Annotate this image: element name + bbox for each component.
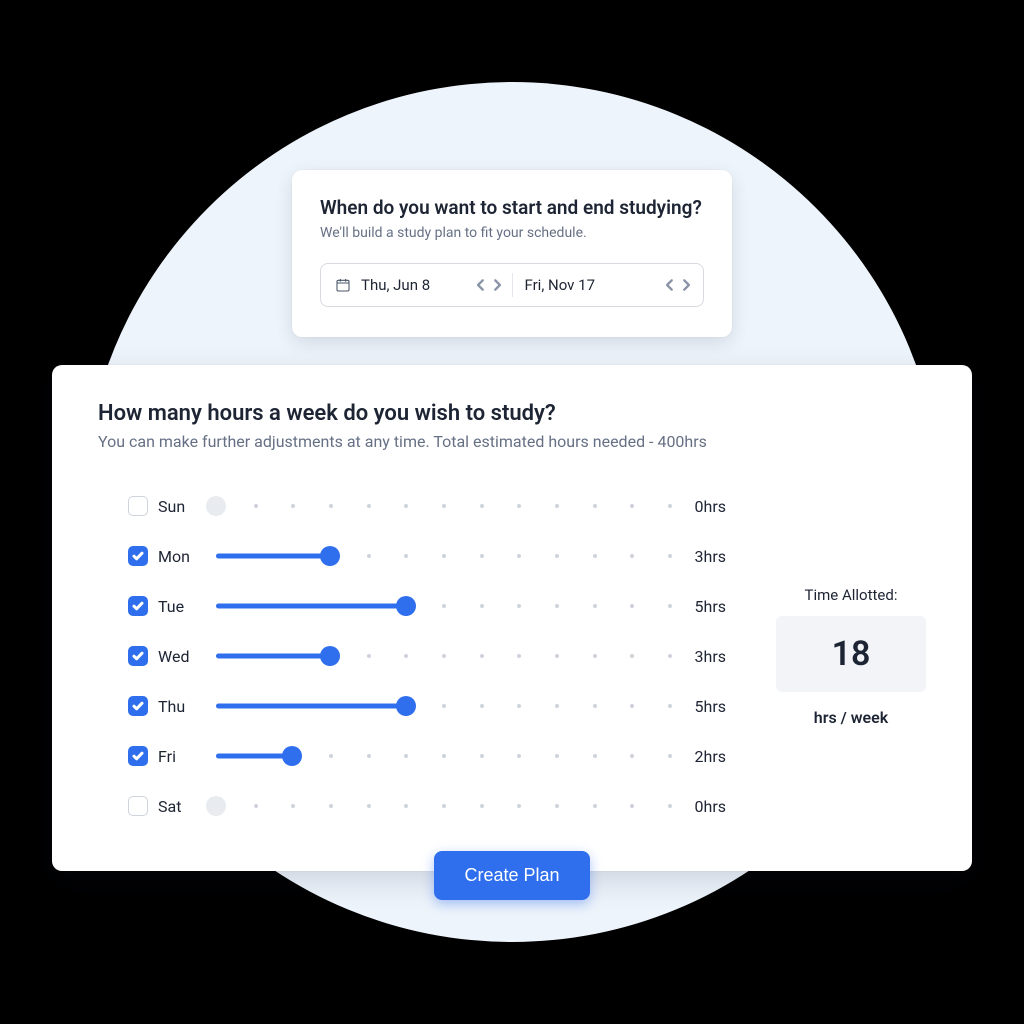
day-label: Fri xyxy=(158,747,210,766)
hours-card-subtitle: You can make further adjustments at any … xyxy=(98,432,926,451)
time-allotted-value: 18 xyxy=(776,616,926,692)
hours-main-row: Sun 0hrs Mon 3hrs Tue 5hrs Wed 3hrs Thu 5hrs Fri 2h… xyxy=(98,481,926,831)
start-date-section: Thu, Jun 8 xyxy=(335,264,504,306)
hours-slider[interactable] xyxy=(216,744,672,768)
day-checkbox[interactable] xyxy=(128,596,148,616)
day-row: Thu 5hrs xyxy=(128,681,726,731)
hours-slider[interactable] xyxy=(216,594,672,618)
day-hours-value: 5hrs xyxy=(678,597,726,616)
day-row: Tue 5hrs xyxy=(128,581,726,631)
day-row: Mon 3hrs xyxy=(128,531,726,581)
date-card-subtitle: We'll build a study plan to fit your sch… xyxy=(320,225,704,241)
day-hours-value: 2hrs xyxy=(678,747,726,766)
slider-thumb[interactable] xyxy=(320,646,340,666)
sliders-column: Sun 0hrs Mon 3hrs Tue 5hrs Wed 3hrs Thu 5hrs Fri 2h… xyxy=(98,481,756,831)
hours-card: How many hours a week do you wish to stu… xyxy=(52,365,972,871)
content-wrap: When do you want to start and end studyi… xyxy=(0,124,1024,900)
hours-slider[interactable] xyxy=(216,494,672,518)
day-label: Tue xyxy=(158,597,210,616)
date-separator xyxy=(512,273,513,297)
day-checkbox[interactable] xyxy=(128,746,148,766)
end-prev-icon[interactable] xyxy=(663,278,677,292)
day-label: Wed xyxy=(158,647,210,666)
start-date-value[interactable]: Thu, Jun 8 xyxy=(361,276,464,294)
date-card-title: When do you want to start and end studyi… xyxy=(320,196,704,219)
day-label: Mon xyxy=(158,547,210,566)
hours-slider[interactable] xyxy=(216,644,672,668)
day-label: Thu xyxy=(158,697,210,716)
time-allotted-label: Time Allotted: xyxy=(776,586,926,604)
create-plan-button[interactable]: Create Plan xyxy=(434,851,589,900)
day-hours-value: 5hrs xyxy=(678,697,726,716)
end-date-value[interactable]: Fri, Nov 17 xyxy=(525,276,654,294)
day-checkbox[interactable] xyxy=(128,646,148,666)
slider-thumb[interactable] xyxy=(206,496,226,516)
day-hours-value: 0hrs xyxy=(678,497,726,516)
time-allotted-panel: Time Allotted: 18 hrs / week xyxy=(776,586,926,727)
slider-thumb[interactable] xyxy=(396,696,416,716)
calendar-icon xyxy=(335,277,351,293)
slider-thumb[interactable] xyxy=(320,546,340,566)
start-next-icon[interactable] xyxy=(490,278,504,292)
slider-thumb[interactable] xyxy=(206,796,226,816)
day-row: Wed 3hrs xyxy=(128,631,726,681)
day-checkbox[interactable] xyxy=(128,496,148,516)
hours-slider[interactable] xyxy=(216,544,672,568)
start-prev-icon[interactable] xyxy=(474,278,488,292)
day-row: Fri 2hrs xyxy=(128,731,726,781)
day-row: Sun 0hrs xyxy=(128,481,726,531)
slider-thumb[interactable] xyxy=(282,746,302,766)
day-row: Sat 0hrs xyxy=(128,781,726,831)
end-date-section: Fri, Nov 17 xyxy=(525,264,694,306)
day-checkbox[interactable] xyxy=(128,796,148,816)
day-hours-value: 3hrs xyxy=(678,647,726,666)
day-checkbox[interactable] xyxy=(128,696,148,716)
day-label: Sat xyxy=(158,797,210,816)
slider-thumb[interactable] xyxy=(396,596,416,616)
day-hours-value: 0hrs xyxy=(678,797,726,816)
hours-card-title: How many hours a week do you wish to stu… xyxy=(98,401,926,426)
create-wrap: Create Plan xyxy=(434,851,589,900)
day-checkbox[interactable] xyxy=(128,546,148,566)
date-card: When do you want to start and end studyi… xyxy=(292,170,732,337)
time-allotted-unit: hrs / week xyxy=(776,708,926,727)
hours-slider[interactable] xyxy=(216,794,672,818)
hours-slider[interactable] xyxy=(216,694,672,718)
end-next-icon[interactable] xyxy=(679,278,693,292)
day-label: Sun xyxy=(158,497,210,516)
date-range-box: Thu, Jun 8 Fri, Nov 17 xyxy=(320,263,704,307)
day-hours-value: 3hrs xyxy=(678,547,726,566)
